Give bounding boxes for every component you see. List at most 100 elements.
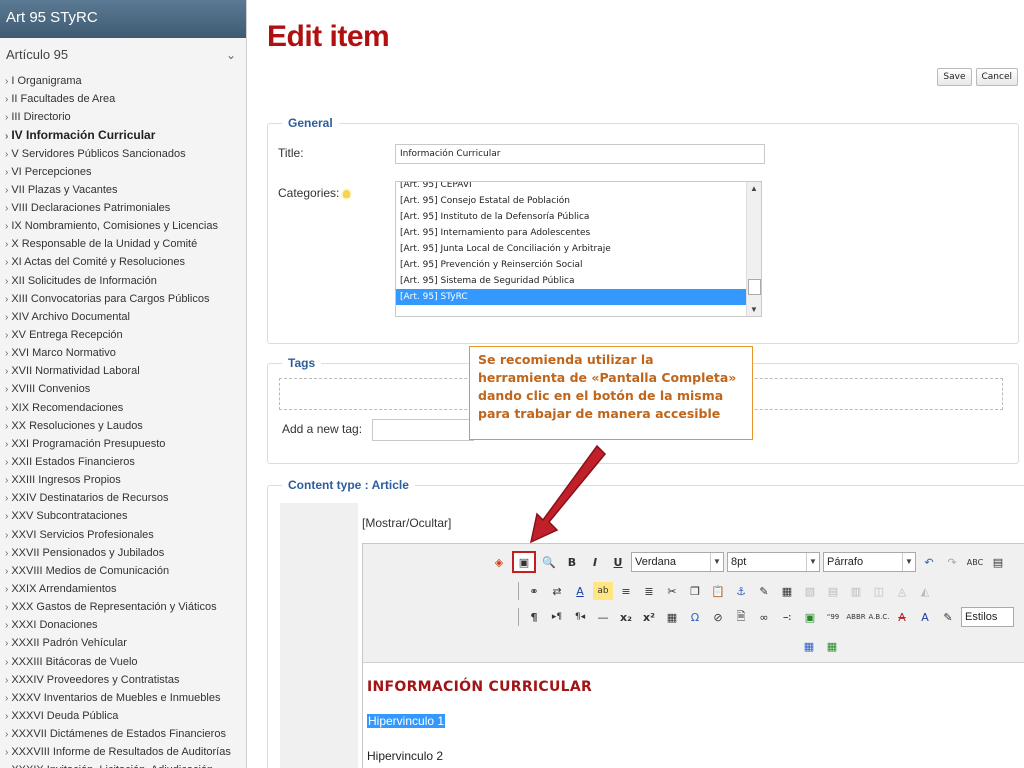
sidebar-item[interactable]: › X Responsable de la Unidad y Comité: [0, 235, 246, 253]
paragraph-icon[interactable]: ¶: [524, 608, 544, 626]
abbr-icon[interactable]: ABBR: [846, 608, 866, 626]
replace-icon[interactable]: ⇄: [547, 582, 567, 600]
sidebar-item[interactable]: › XIV Archivo Documental: [0, 308, 246, 326]
sidebar-item[interactable]: › XXVII Pensionados y Jubilados: [0, 544, 246, 562]
sidebar-item[interactable]: › XXXI Donaciones: [0, 616, 246, 634]
title-input[interactable]: Información Curricular: [395, 144, 765, 164]
table-merge-icon[interactable]: ◬: [892, 582, 912, 600]
content-heading[interactable]: INFORMACIÓN CURRICULAR: [367, 679, 592, 695]
add-tag-input[interactable]: [372, 419, 474, 441]
hyperlink-2[interactable]: Hipervinculo 2: [367, 749, 443, 763]
table-delete-icon[interactable]: ◭: [915, 582, 935, 600]
save-button[interactable]: Save: [937, 68, 972, 86]
sidebar-item[interactable]: › II Facultades de Area: [0, 90, 246, 108]
text-color-icon[interactable]: A: [570, 582, 590, 600]
numbered-list-icon[interactable]: ≣: [639, 582, 659, 600]
insert-image-icon[interactable]: ▧: [800, 582, 820, 600]
format-select[interactable]: Párrafo ▼: [823, 552, 916, 572]
toggle-editor-link[interactable]: [Mostrar/Ocultar]: [362, 516, 451, 530]
sidebar-item[interactable]: › XVIII Convenios: [0, 380, 246, 398]
media-icon[interactable]: ▣: [800, 608, 820, 626]
hyperlink-1[interactable]: Hipervinculo 1: [367, 714, 446, 728]
sidebar-item[interactable]: › XXX Gastos de Representación y Viáticos: [0, 598, 246, 616]
sidebar-item[interactable]: › VII Plazas y Vacantes: [0, 181, 246, 199]
horizontal-rule-icon[interactable]: —: [593, 608, 613, 626]
fullscreen-icon[interactable]: ▣: [512, 551, 536, 573]
acronym-icon[interactable]: A.B.C.: [868, 608, 889, 626]
sidebar-item[interactable]: › XII Solicitudes de Información: [0, 272, 246, 290]
anchor-icon[interactable]: ⚓: [731, 582, 751, 600]
spellcheck-icon[interactable]: ABC: [965, 553, 985, 571]
sidebar-item[interactable]: › XXXVI Deuda Pública: [0, 707, 246, 725]
sidebar-item[interactable]: › III Directorio: [0, 108, 246, 126]
category-option[interactable]: [Art. 95] CEPAVI: [396, 182, 761, 193]
sidebar-item[interactable]: › XXXIV Proveedores y Contratistas: [0, 671, 246, 689]
undo-icon[interactable]: ↶: [919, 553, 939, 571]
highlight-icon[interactable]: ab: [593, 582, 613, 600]
sidebar-item[interactable]: › XIX Recomendaciones: [0, 399, 246, 417]
subscript-icon[interactable]: x₂: [616, 608, 636, 626]
video-icon[interactable]: ▦: [822, 637, 842, 655]
sidebar-item[interactable]: › XVI Marco Normativo: [0, 344, 246, 362]
sidebar-item[interactable]: › XXVI Servicios Profesionales: [0, 526, 246, 544]
sidebar-item[interactable]: › I Organigrama: [0, 72, 246, 90]
category-option[interactable]: [Art. 95] Junta Local de Conciliación y …: [396, 241, 761, 257]
sidebar-item[interactable]: › XXXVIII Informe de Resultados de Audito…: [0, 743, 246, 761]
paste-icon[interactable]: 📋: [708, 582, 728, 600]
underline-icon[interactable]: U: [608, 553, 628, 571]
sidebar-item[interactable]: › XXII Estados Financieros: [0, 453, 246, 471]
scroll-up-icon[interactable]: ▲: [750, 184, 758, 193]
find-icon[interactable]: ⚭: [524, 582, 544, 600]
sidebar-item[interactable]: › XXVIII Medios de Comunicación: [0, 562, 246, 580]
category-option[interactable]: [Art. 95] Instituto de la Defensoría Púb…: [396, 209, 761, 225]
category-option[interactable]: [Art. 95] Internamiento para Adolescente…: [396, 225, 761, 241]
bold-icon[interactable]: B: [562, 553, 582, 571]
sidebar-item[interactable]: › XVII Normatividad Laboral: [0, 362, 246, 380]
rich-text-editor[interactable]: ◈ ▣ 🔍 B I U Verdana ▼ 8pt ▼ Párrafo ▼ ↶ ↷ A…: [362, 543, 1024, 768]
category-option[interactable]: [Art. 95] STyRC: [396, 289, 761, 305]
italic-icon[interactable]: I: [585, 553, 605, 571]
eraser-icon[interactable]: ⊘: [708, 608, 728, 626]
justify-icon[interactable]: ▤: [988, 553, 1008, 571]
font-family-select[interactable]: Verdana ▼: [631, 552, 724, 572]
categories-listbox[interactable]: [Art. 95] CEPAVI [Art. 95] Consejo Estata…: [395, 181, 762, 317]
copy-icon[interactable]: ❐: [685, 582, 705, 600]
table-icon[interactable]: ▦: [662, 608, 682, 626]
categories-scrollbar[interactable]: ▲ ▼: [746, 182, 761, 316]
sidebar-item[interactable]: ›XXXIX Invitación, Licitación, Adjudicac…: [0, 761, 246, 768]
sidebar-item[interactable]: › XI Actas del Comité y Resoluciones: [0, 253, 246, 271]
table-split-icon[interactable]: ◫: [869, 582, 889, 600]
special-char-icon[interactable]: Ω: [685, 608, 705, 626]
sidebar-item[interactable]: › VI Percepciones: [0, 163, 246, 181]
sidebar-item[interactable]: › IV Información Curricular: [0, 126, 246, 144]
table-col-icon[interactable]: ▥: [846, 582, 866, 600]
category-option[interactable]: [Art. 95] Sistema de Seguridad Pública: [396, 273, 761, 289]
font-color-icon[interactable]: A: [915, 608, 935, 626]
category-option[interactable]: [Art. 95] Prevención y Reinserción Socia…: [396, 257, 761, 273]
scroll-down-icon[interactable]: ▼: [750, 305, 758, 314]
bullet-list-icon[interactable]: ≡: [616, 582, 636, 600]
sidebar-item[interactable]: › XX Resoluciones y Laudos: [0, 417, 246, 435]
sidebar-item[interactable]: › XXXVII Dictámenes de Estados Financiero…: [0, 725, 246, 743]
page-icon[interactable]: 🗎: [731, 608, 751, 626]
quote-icon[interactable]: “99: [823, 608, 843, 626]
sidebar-item[interactable]: › IX Nombramiento, Comisiones y Licencias: [0, 217, 246, 235]
strike-icon[interactable]: A: [892, 608, 912, 626]
cut-icon[interactable]: ✂: [662, 582, 682, 600]
sidebar-app-title[interactable]: Art 95 STyRC: [0, 0, 246, 38]
rtl-icon[interactable]: ¶◂: [570, 608, 590, 626]
styles-select[interactable]: Estilos: [961, 607, 1014, 627]
link-icon[interactable]: ∞: [754, 608, 774, 626]
source-icon[interactable]: ◈: [489, 553, 509, 571]
cancel-button[interactable]: Cancel: [975, 68, 1018, 86]
unlink-icon[interactable]: ∹: [777, 608, 797, 626]
redo-icon[interactable]: ↷: [942, 553, 962, 571]
template-icon[interactable]: ▦: [799, 637, 819, 655]
edit-image-icon[interactable]: ▦: [777, 582, 797, 600]
table-row-icon[interactable]: ▤: [823, 582, 843, 600]
sidebar-item[interactable]: › XXIX Arrendamientos: [0, 580, 246, 598]
edit-attribs-icon[interactable]: ✎: [938, 608, 958, 626]
category-option[interactable]: [Art. 95] Consejo Estatal de Población: [396, 193, 761, 209]
lightbulb-icon[interactable]: [343, 189, 351, 198]
preview-icon[interactable]: 🔍: [539, 553, 559, 571]
